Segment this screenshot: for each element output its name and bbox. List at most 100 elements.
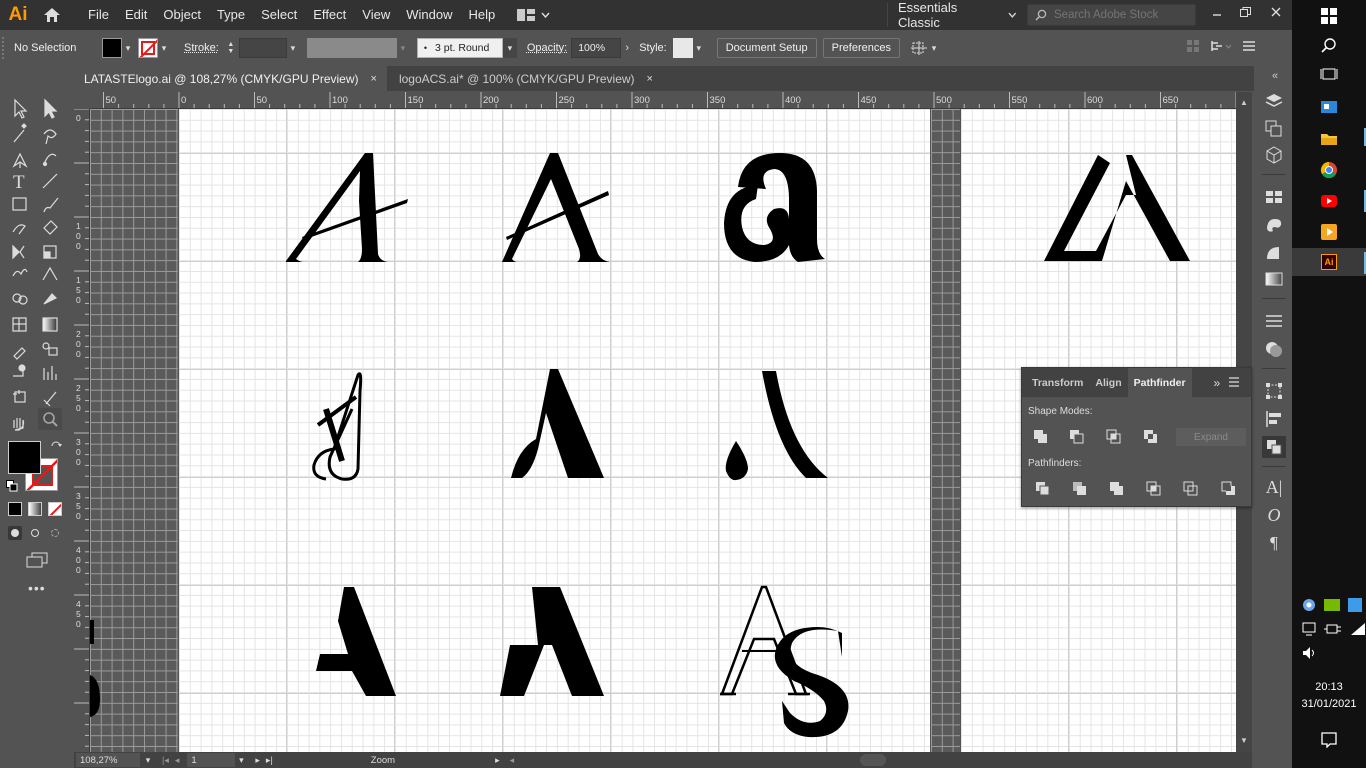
intersect-button[interactable] xyxy=(1105,428,1123,446)
menu-object[interactable]: Object xyxy=(155,0,209,30)
clock-date[interactable]: 31/01/2021 xyxy=(1292,698,1366,710)
youtube-icon[interactable] xyxy=(1316,189,1342,213)
prev-artboard-icon[interactable]: ◂ xyxy=(175,755,180,766)
tab-latastelogo[interactable]: LATASTElogo.ai @ 108,27% (CMYK/GPU Previ… xyxy=(74,66,387,91)
opentype-icon[interactable]: O xyxy=(1262,504,1286,526)
home-icon[interactable] xyxy=(36,0,68,30)
scroll-up-icon[interactable]: ▲ xyxy=(1240,98,1248,107)
status-menu-icon[interactable]: ▸ xyxy=(495,755,500,766)
update-tray-icon[interactable] xyxy=(1348,598,1362,612)
panel-collapse-icon[interactable]: « xyxy=(1272,70,1278,82)
variable-width-profile[interactable] xyxy=(306,38,397,58)
edit-toolbar-icon[interactable]: ••• xyxy=(28,580,46,596)
wifi-tray-icon[interactable] xyxy=(1350,622,1366,636)
chrome-icon[interactable] xyxy=(1316,158,1342,182)
brushes-icon[interactable] xyxy=(1262,214,1286,236)
trim-button[interactable] xyxy=(1071,480,1089,498)
bar-grip[interactable] xyxy=(2,37,10,59)
gradient-icon[interactable] xyxy=(1262,268,1286,290)
libraries-icon[interactable] xyxy=(1262,144,1286,166)
workspace-switcher[interactable]: Essentials Classic xyxy=(887,0,1017,30)
power-tray-icon[interactable] xyxy=(1324,623,1342,635)
divide-button[interactable] xyxy=(1034,480,1052,498)
monitor-tray-icon[interactable] xyxy=(1302,622,1316,636)
screen-mode-icon[interactable] xyxy=(26,552,48,568)
artboards-icon[interactable] xyxy=(1262,118,1286,140)
nvidia-tray-icon[interactable] xyxy=(1324,598,1340,612)
notification-center-icon[interactable] xyxy=(1316,728,1342,752)
none-mode-button[interactable] xyxy=(48,502,62,516)
align-icon[interactable] xyxy=(1186,39,1200,53)
menu-edit[interactable]: Edit xyxy=(117,0,155,30)
logo-a-curved[interactable] xyxy=(511,369,604,478)
search-icon[interactable] xyxy=(1316,34,1342,58)
opacity-arrow[interactable]: › xyxy=(621,42,633,54)
paragraph-icon[interactable]: ¶ xyxy=(1262,532,1286,554)
color-mode-button[interactable] xyxy=(8,502,22,516)
merge-button[interactable] xyxy=(1108,480,1126,498)
menu-file[interactable]: File xyxy=(80,0,117,30)
default-fill-stroke-icon[interactable] xyxy=(6,480,18,492)
task-view-icon[interactable] xyxy=(1316,62,1342,86)
artboard-number-field[interactable]: 1 xyxy=(187,753,236,767)
pathfinder-panel-icon[interactable] xyxy=(1262,436,1286,458)
search-input[interactable] xyxy=(1054,9,1194,21)
logo-a-script[interactable] xyxy=(312,372,363,481)
fill-color-box[interactable] xyxy=(8,441,41,474)
logo-a-serif-crossed-alt[interactable] xyxy=(502,153,610,262)
transform-panel-icon[interactable] xyxy=(1262,380,1286,402)
align-panel-icon[interactable] xyxy=(1262,408,1286,430)
panel-menu-icon[interactable] xyxy=(1228,376,1240,390)
appearance-icon[interactable] xyxy=(1262,338,1286,360)
draw-behind-icon[interactable] xyxy=(28,526,42,540)
logo-as-monogram[interactable] xyxy=(720,585,849,738)
expand-button[interactable]: Expand xyxy=(1176,428,1246,446)
document-setup-button[interactable]: Document Setup xyxy=(716,38,817,58)
volume-tray-icon[interactable] xyxy=(1302,646,1318,663)
tab-logoacs[interactable]: logoACS.ai* @ 100% (CMYK/GPU Preview) × xyxy=(388,66,663,91)
isolate-button[interactable]: ▾ xyxy=(910,40,940,56)
last-artboard-icon[interactable]: ▸| xyxy=(266,755,273,766)
opacity-field[interactable]: 100% xyxy=(571,38,622,58)
symbols-icon[interactable] xyxy=(1262,242,1286,264)
stroke-panel-icon[interactable] xyxy=(1262,310,1286,332)
zoom-dropdown[interactable]: ▾ xyxy=(142,755,154,766)
zoom-tool-selected[interactable] xyxy=(38,408,62,430)
brush-definition[interactable]: • 3 pt. Round xyxy=(416,38,503,58)
menu-window[interactable]: Window xyxy=(398,0,460,30)
fill-swatch[interactable] xyxy=(102,38,122,58)
preferences-button[interactable]: Preferences xyxy=(822,38,900,58)
menu-type[interactable]: Type xyxy=(209,0,253,30)
arrange-documents-button[interactable] xyxy=(517,9,550,21)
logo-a-bold[interactable] xyxy=(500,587,604,696)
selection-tool[interactable] xyxy=(9,97,33,119)
clock-time[interactable]: 20:13 xyxy=(1292,681,1366,693)
offcanvas-glyph[interactable] xyxy=(90,675,100,717)
fill-dropdown[interactable]: ▾ xyxy=(122,43,134,54)
first-artboard-icon[interactable]: |◂ xyxy=(162,755,169,766)
menu-effect[interactable]: Effect xyxy=(305,0,354,30)
network-tray-icon[interactable] xyxy=(1302,598,1316,612)
expand-panels-icon[interactable]: » xyxy=(1214,376,1221,390)
ruler-origin[interactable] xyxy=(74,92,90,109)
layers-icon[interactable] xyxy=(1262,90,1286,112)
outline-button[interactable] xyxy=(1182,480,1200,498)
vertical-ruler[interactable]: 0100150200250300350400450 xyxy=(74,109,90,752)
logo-a-teardrop[interactable] xyxy=(725,371,828,481)
type-tool[interactable] xyxy=(9,169,33,191)
control-panel-icon[interactable] xyxy=(1316,96,1342,120)
minus-back-button[interactable] xyxy=(1220,480,1238,498)
tab-align[interactable]: Align xyxy=(1089,368,1127,397)
hand-tool[interactable] xyxy=(9,408,33,430)
style-dropdown[interactable]: ▾ xyxy=(693,43,705,54)
brush-dropdown[interactable]: ▾ xyxy=(502,38,517,58)
panel-menu-icon[interactable] xyxy=(1242,40,1256,52)
direct-selection-tool[interactable] xyxy=(39,97,63,119)
swatches-icon[interactable] xyxy=(1262,186,1286,208)
stroke-weight-dropdown[interactable]: ▾ xyxy=(287,43,299,54)
tab-pathfinder[interactable]: Pathfinder xyxy=(1127,368,1192,397)
unite-button[interactable] xyxy=(1032,428,1050,446)
exclude-button[interactable] xyxy=(1142,428,1160,446)
logo-a-stencil[interactable] xyxy=(316,587,396,696)
character-icon[interactable]: A| xyxy=(1262,476,1286,498)
